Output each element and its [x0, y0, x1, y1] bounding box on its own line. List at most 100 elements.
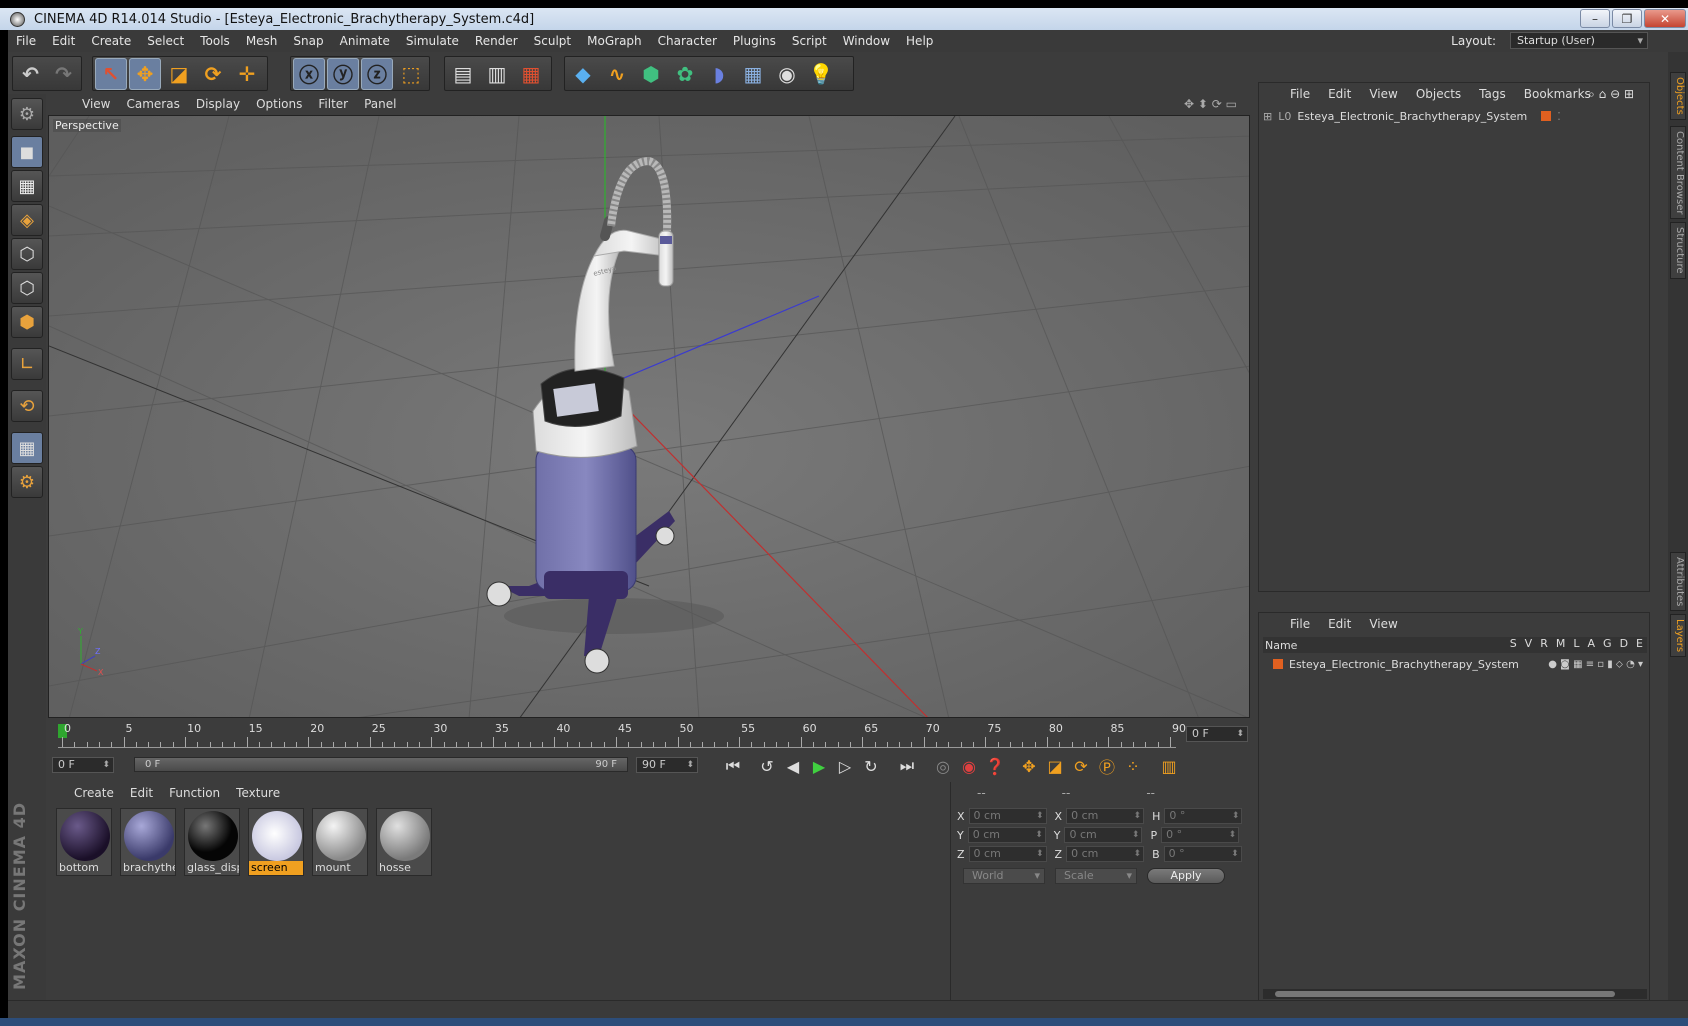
- material-menu-texture[interactable]: Texture: [228, 786, 288, 800]
- objects-menu-view[interactable]: View: [1360, 87, 1406, 101]
- viewport-menu-display[interactable]: Display: [188, 97, 248, 111]
- material-menu-function[interactable]: Function: [161, 786, 228, 800]
- redo-icon[interactable]: ↷: [48, 58, 79, 90]
- rotation-p-field[interactable]: 0 °: [1161, 827, 1240, 843]
- layers-menu-file[interactable]: File: [1281, 617, 1319, 631]
- menu-script[interactable]: Script: [784, 34, 835, 48]
- object-name[interactable]: Esteya_Electronic_Brachytherapy_System: [1297, 110, 1527, 123]
- menu-animate[interactable]: Animate: [332, 34, 398, 48]
- start-frame-field[interactable]: 0 F: [52, 757, 114, 773]
- position-y-field[interactable]: 0 cm: [967, 827, 1046, 843]
- record-parameter-icon[interactable]: Ⓟ: [1094, 754, 1120, 778]
- previous-frame-icon[interactable]: ◀: [780, 754, 806, 778]
- scroll-thumb[interactable]: [1275, 991, 1615, 997]
- render-to-picture-viewer-icon[interactable]: ▥: [481, 58, 513, 90]
- texture-mode-icon[interactable]: ▦: [11, 170, 43, 202]
- minimize-button[interactable]: –: [1580, 9, 1610, 28]
- menu-simulate[interactable]: Simulate: [398, 34, 467, 48]
- workplane-lock-icon[interactable]: ⚙: [11, 466, 43, 498]
- go-to-start-icon[interactable]: ⏮: [720, 754, 746, 778]
- menu-snap[interactable]: Snap: [285, 34, 331, 48]
- x-axis-lock-icon[interactable]: ⓧ: [293, 57, 325, 90]
- subdivision-surface-icon[interactable]: ⬢: [635, 58, 667, 90]
- range-slider[interactable]: 0 F 90 F: [134, 757, 628, 772]
- material-swatch-mount[interactable]: mount: [312, 808, 368, 876]
- material-menu-edit[interactable]: Edit: [122, 786, 161, 800]
- menu-character[interactable]: Character: [650, 34, 725, 48]
- material-swatch-screen[interactable]: screen: [248, 808, 304, 876]
- rotate-icon[interactable]: ⟳: [197, 58, 229, 90]
- edges-mode-icon[interactable]: ⬡: [11, 272, 43, 304]
- record-position-icon[interactable]: ✥: [1016, 754, 1042, 778]
- viewport-menu-options[interactable]: Options: [248, 97, 310, 111]
- layers-menu-edit[interactable]: Edit: [1319, 617, 1360, 631]
- viewport-menu-panel[interactable]: Panel: [356, 97, 404, 111]
- viewport-navigation-icons[interactable]: ✥ ⬍ ⟳ ▭: [1176, 97, 1245, 111]
- axis-mode-icon[interactable]: ∟: [11, 348, 43, 380]
- size-mode-dropdown[interactable]: Scale: [1055, 868, 1137, 884]
- go-to-end-icon[interactable]: ⏭: [894, 754, 920, 778]
- previous-key-icon[interactable]: ↺: [754, 754, 780, 778]
- layer-toggle-icons[interactable]: ● ◙ ▦ ≡ ▫ ▮ ⬦ ◔ ▾: [1548, 659, 1643, 670]
- menu-select[interactable]: Select: [139, 34, 192, 48]
- menu-create[interactable]: Create: [83, 34, 139, 48]
- rotation-h-field[interactable]: 0 °: [1164, 808, 1243, 824]
- menu-edit[interactable]: Edit: [44, 34, 83, 48]
- render-settings-icon[interactable]: ▦: [515, 58, 547, 90]
- y-axis-lock-icon[interactable]: ⓨ: [327, 57, 359, 90]
- size-x-field[interactable]: 0 cm: [1066, 808, 1145, 824]
- material-menu-create[interactable]: Create: [66, 786, 122, 800]
- layer-name[interactable]: Esteya_Electronic_Brachytherapy_System: [1289, 658, 1519, 671]
- record-active-icon[interactable]: ◎: [930, 754, 956, 778]
- autokey-icon[interactable]: ◉: [956, 754, 982, 778]
- menu-render[interactable]: Render: [467, 34, 526, 48]
- objects-menu-edit[interactable]: Edit: [1319, 87, 1360, 101]
- layer-row[interactable]: Esteya_Electronic_Brachytherapy_System ●…: [1263, 655, 1647, 673]
- size-z-field[interactable]: 0 cm: [1066, 846, 1145, 862]
- position-z-field[interactable]: 0 cm: [968, 846, 1047, 862]
- material-swatch-hosse[interactable]: hosse: [376, 808, 432, 876]
- position-x-field[interactable]: 0 cm: [968, 808, 1047, 824]
- menu-window[interactable]: Window: [835, 34, 898, 48]
- cube-icon[interactable]: ◆: [567, 58, 599, 90]
- timeline-ruler[interactable]: 0 5 10 15 20 25 30 35 40 45 50 55 60 65 70 75 80 85 90 0 F: [48, 720, 1253, 750]
- object-row[interactable]: ⊞ L0 Esteya_Electronic_Brachytherapy_Sys…: [1263, 107, 1561, 125]
- record-pla-icon[interactable]: ⁘: [1120, 754, 1146, 778]
- record-rotation-icon[interactable]: ⟳: [1068, 754, 1094, 778]
- frame-ruler[interactable]: 0 5 10 15 20 25 30 35 40 45 50 55 60 65 70 75 80 85 90: [58, 722, 1186, 748]
- points-mode-icon[interactable]: ⬡: [11, 238, 43, 270]
- tweak-mode-icon[interactable]: ⟲: [11, 390, 43, 422]
- snap-icon[interactable]: ▦: [11, 432, 43, 464]
- workplane-mode-icon[interactable]: ◈: [11, 204, 43, 236]
- apply-button[interactable]: Apply: [1147, 868, 1225, 884]
- menu-mograph[interactable]: MoGraph: [579, 34, 650, 48]
- play-icon[interactable]: ▶: [806, 754, 832, 778]
- keyframe-selection-icon[interactable]: ❓: [982, 754, 1008, 778]
- light-icon[interactable]: 💡: [805, 58, 837, 90]
- visibility-dots[interactable]: ⁚: [1557, 110, 1561, 123]
- layout-dropdown[interactable]: Startup (User): [1510, 32, 1648, 49]
- objects-menu-tags[interactable]: Tags: [1470, 87, 1515, 101]
- z-axis-lock-icon[interactable]: ⓩ: [361, 57, 393, 90]
- object-manager-search-icons[interactable]: ⌕ ⌂ ⊖ ⊞: [1579, 87, 1643, 102]
- menu-mesh[interactable]: Mesh: [238, 34, 286, 48]
- objects-menu-objects[interactable]: Objects: [1407, 87, 1470, 101]
- expand-icon[interactable]: ⊞: [1263, 110, 1272, 123]
- scale-icon[interactable]: ◪: [163, 58, 195, 90]
- size-y-field[interactable]: 0 cm: [1064, 827, 1143, 843]
- tab-content-browser[interactable]: Content Browser: [1670, 126, 1686, 220]
- menu-tools[interactable]: Tools: [192, 34, 238, 48]
- menu-sculpt[interactable]: Sculpt: [526, 34, 579, 48]
- polygons-mode-icon[interactable]: ⬢: [11, 306, 43, 338]
- tab-objects[interactable]: Objects: [1670, 72, 1686, 120]
- restore-button[interactable]: ❐: [1612, 9, 1642, 28]
- camera-icon[interactable]: ◉: [771, 58, 803, 90]
- render-view-icon[interactable]: ▤: [447, 58, 479, 90]
- record-scale-icon[interactable]: ◪: [1042, 754, 1068, 778]
- timeline-window-icon[interactable]: ▥: [1156, 754, 1182, 778]
- layer-color-swatch[interactable]: [1273, 659, 1283, 669]
- current-frame-field[interactable]: 0 F: [1186, 726, 1248, 742]
- live-selection-icon[interactable]: ↖: [95, 57, 127, 90]
- material-swatch-brachyther[interactable]: brachyther: [120, 808, 176, 876]
- layer-horizontal-scrollbar[interactable]: [1263, 989, 1647, 999]
